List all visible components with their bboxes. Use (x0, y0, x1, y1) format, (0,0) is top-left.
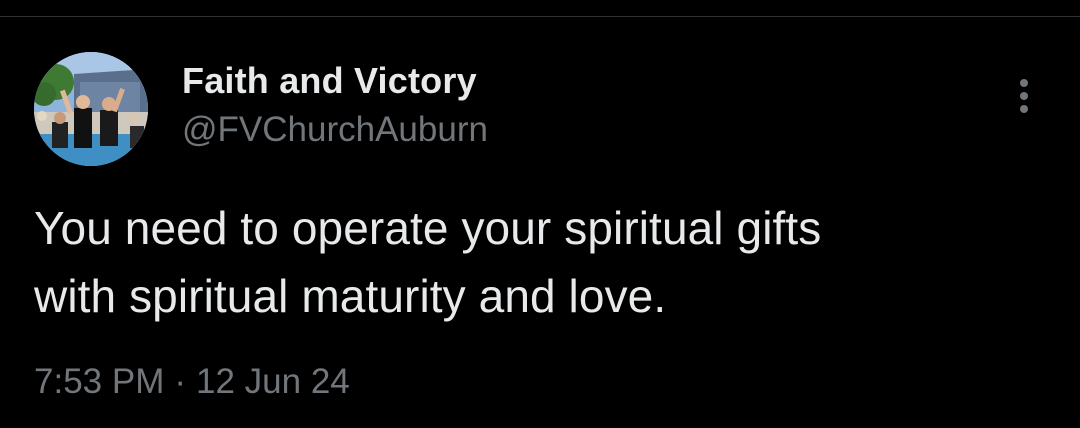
avatar-image (34, 52, 148, 166)
more-vertical-icon (1020, 79, 1028, 113)
author-handle[interactable]: @FVChurchAuburn (182, 110, 488, 150)
meta-separator: · (174, 362, 187, 401)
author-display-name[interactable]: Faith and Victory (182, 60, 477, 102)
tweet-text-line: You need to operate your spiritual gifts (34, 202, 822, 254)
tweet-text: You need to operate your spiritual gifts… (34, 194, 1034, 330)
tweet-date: 12 Jun 24 (196, 362, 350, 401)
top-divider (0, 16, 1080, 17)
more-options-button[interactable] (1004, 76, 1044, 116)
tweet-text-line: with spiritual maturity and love. (34, 270, 667, 322)
avatar[interactable] (34, 52, 148, 166)
tweet-timestamp[interactable]: 7:53 PM · 12 Jun 24 (34, 362, 350, 402)
tweet-time: 7:53 PM (34, 362, 165, 401)
